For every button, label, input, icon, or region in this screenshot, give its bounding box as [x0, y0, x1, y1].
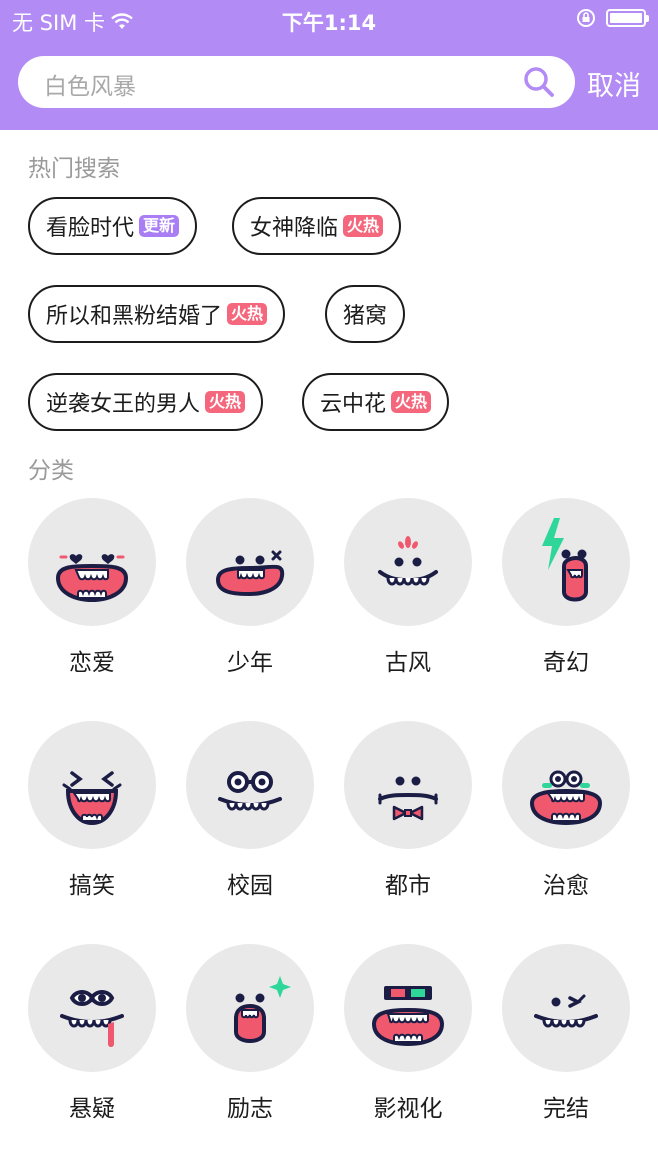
- search-placeholder: 白色风暴: [44, 74, 136, 100]
- category-label: 恋爱: [69, 650, 115, 676]
- healing-face-icon: [502, 721, 630, 849]
- category-label: 都市: [385, 873, 431, 899]
- update-badge: 更新: [139, 215, 180, 237]
- hot-tag-text: 逆袭女王的男人: [46, 392, 201, 417]
- category-city[interactable]: 都市: [343, 721, 473, 900]
- category-label: 少年: [227, 650, 273, 676]
- category-finished[interactable]: 完结: [501, 944, 631, 1123]
- category-healing[interactable]: 治愈: [501, 721, 631, 900]
- film-face-icon: [344, 944, 472, 1072]
- category-label: 搞笑: [69, 873, 115, 899]
- category-youth[interactable]: 少年: [185, 498, 315, 677]
- category-title: 分类: [28, 458, 74, 484]
- category-campus[interactable]: 校园: [185, 721, 315, 900]
- category-label: 影视化: [373, 1096, 443, 1122]
- hot-tag-text: 女神降临: [250, 216, 339, 241]
- status-bar: 无 SIM 卡 下午1:14: [0, 0, 658, 40]
- status-time: 下午1:14: [281, 11, 377, 35]
- category-film[interactable]: 影视化: [343, 944, 473, 1123]
- funny-face-icon: [28, 721, 156, 849]
- category-fantasy[interactable]: 奇幻: [501, 498, 631, 677]
- search-header: 白色风暴 取消: [0, 40, 658, 130]
- youth-face-icon: [186, 498, 314, 626]
- ancient-face-icon: [344, 498, 472, 626]
- category-inspire[interactable]: 励志: [185, 944, 315, 1123]
- category-label: 励志: [227, 1096, 273, 1122]
- hot-tag[interactable]: 云中花 火热: [302, 373, 450, 431]
- hot-badge: 火热: [205, 391, 246, 413]
- category-suspense[interactable]: 悬疑: [27, 944, 157, 1123]
- battery-icon: [606, 9, 649, 27]
- category-label: 古风: [385, 650, 431, 676]
- city-face-icon: [344, 721, 472, 849]
- category-label: 奇幻: [543, 650, 589, 676]
- hot-badge: 火热: [343, 215, 384, 237]
- hot-badge: 火热: [227, 303, 268, 325]
- hot-tag[interactable]: 看脸时代 更新: [28, 197, 198, 255]
- cancel-button[interactable]: 取消: [587, 64, 641, 103]
- category-label: 悬疑: [69, 1096, 115, 1122]
- category-love[interactable]: 恋爱: [27, 498, 157, 677]
- hot-tag[interactable]: 女神降临 火热: [232, 197, 402, 255]
- hot-tag-text: 看脸时代: [46, 216, 135, 241]
- love-face-icon: [28, 498, 156, 626]
- finished-face-icon: [502, 944, 630, 1072]
- rotation-lock-icon: [577, 9, 595, 27]
- category-label: 完结: [543, 1096, 589, 1122]
- category-ancient[interactable]: 古风: [343, 498, 473, 677]
- status-right: [576, 8, 649, 28]
- inspire-face-icon: [186, 944, 314, 1072]
- category-label: 治愈: [543, 873, 589, 899]
- hot-tag[interactable]: 逆袭女王的男人 火热: [28, 373, 264, 431]
- category-label: 校园: [227, 873, 273, 899]
- hot-tag-text: 所以和黑粉结婚了: [46, 304, 223, 329]
- hot-tag-text: 猪窝: [343, 304, 388, 329]
- suspense-face-icon: [28, 944, 156, 1072]
- fantasy-face-icon: [502, 498, 630, 626]
- search-input[interactable]: 白色风暴: [18, 56, 575, 108]
- hot-badge: 火热: [391, 391, 432, 413]
- hot-tag[interactable]: 猪窝: [325, 285, 406, 343]
- search-icon[interactable]: [523, 66, 555, 98]
- hot-tag[interactable]: 所以和黑粉结婚了 火热: [28, 285, 286, 343]
- hot-tag-text: 云中花: [320, 392, 387, 417]
- category-funny[interactable]: 搞笑: [27, 721, 157, 900]
- hot-search-title: 热门搜索: [28, 156, 120, 182]
- campus-face-icon: [186, 721, 314, 849]
